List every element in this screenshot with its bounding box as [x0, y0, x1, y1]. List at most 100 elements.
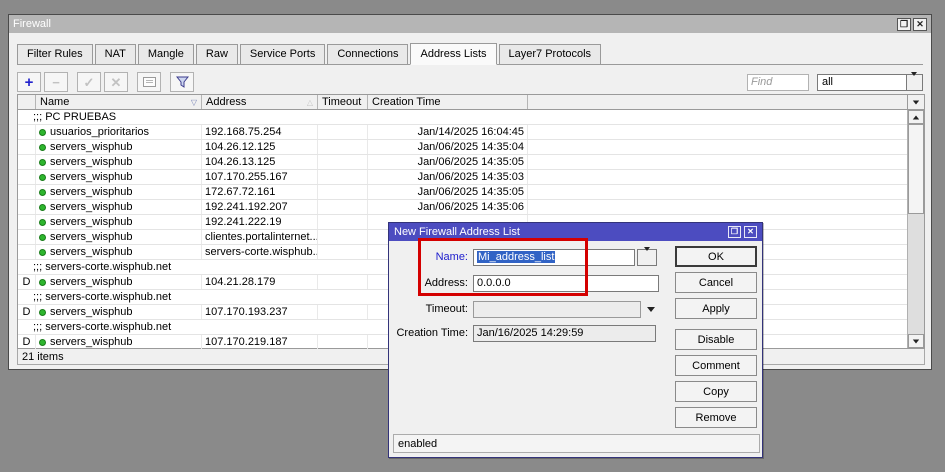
- table-row[interactable]: servers_wisphub192.241.192.207Jan/06/202…: [18, 200, 907, 215]
- timeout-cell: [318, 335, 368, 349]
- maximize-icon[interactable]: ❒: [728, 226, 741, 238]
- tab-mangle[interactable]: Mangle: [138, 44, 194, 64]
- enabled-status: enabled: [398, 438, 437, 450]
- tab-nat[interactable]: NAT: [95, 44, 136, 64]
- filter-scope-select[interactable]: all: [817, 74, 923, 91]
- enabled-dot-icon: [39, 174, 46, 181]
- tab-layer7-protocols[interactable]: Layer7 Protocols: [499, 44, 602, 64]
- column-flags[interactable]: [18, 95, 36, 109]
- tab-raw[interactable]: Raw: [196, 44, 238, 64]
- name-cell: servers_wisphub: [36, 185, 202, 199]
- window-title: Firewall: [13, 18, 895, 30]
- filter-scope-value: all: [818, 76, 906, 88]
- flag-cell: [18, 200, 36, 214]
- timeout-input[interactable]: [473, 301, 641, 318]
- address-cell: servers-corte.wisphub....: [202, 245, 318, 259]
- creation-time-value: Jan/16/2025 14:29:59: [473, 325, 656, 342]
- table-row[interactable]: usuarios_prioritarios192.168.75.254Jan/1…: [18, 125, 907, 140]
- tab-filter-rules[interactable]: Filter Rules: [17, 44, 93, 64]
- comment-button[interactable]: Comment: [675, 355, 757, 376]
- timeout-cell: [318, 200, 368, 214]
- comment-icon: [143, 77, 156, 87]
- copy-button[interactable]: Copy: [675, 381, 757, 402]
- flag-cell: [18, 155, 36, 169]
- disable-button[interactable]: ✕: [104, 72, 128, 92]
- maximize-icon[interactable]: ❒: [897, 18, 911, 31]
- dialog-title: New Firewall Address List: [394, 226, 725, 238]
- arrow-up-icon: [913, 115, 919, 119]
- enabled-dot-icon: [39, 249, 46, 256]
- flag-cell: [18, 245, 36, 259]
- disable-button[interactable]: Disable: [675, 329, 757, 350]
- scroll-down-button[interactable]: [908, 334, 924, 348]
- tab-bar: Filter RulesNATMangleRawService PortsCon…: [17, 43, 923, 65]
- add-button[interactable]: +: [17, 72, 41, 92]
- name-input[interactable]: Mi_address_list: [473, 249, 635, 266]
- address-cell: 172.67.72.161: [202, 185, 318, 199]
- timeout-dropdown-icon[interactable]: [647, 307, 655, 312]
- timeout-cell: [318, 215, 368, 229]
- name-cell: servers_wisphub: [36, 230, 202, 244]
- flag-cell: [18, 170, 36, 184]
- filter-button[interactable]: [170, 72, 194, 92]
- window-titlebar[interactable]: Firewall ❒ ✕: [9, 15, 931, 33]
- item-count: 21 items: [22, 351, 64, 363]
- dialog-buttons: OK Cancel Apply Disable Comment Copy Remove: [675, 246, 757, 433]
- scrollbar-thumb[interactable]: [908, 124, 924, 214]
- table-row[interactable]: ;;; PC PRUEBAS: [18, 110, 907, 125]
- plus-icon: +: [25, 75, 34, 90]
- name-cell: servers_wisphub: [36, 140, 202, 154]
- address-input[interactable]: 0.0.0.0: [473, 275, 659, 292]
- dialog-titlebar[interactable]: New Firewall Address List ❒ ✕: [389, 223, 762, 241]
- enabled-dot-icon: [39, 129, 46, 136]
- enabled-dot-icon: [39, 159, 46, 166]
- table-row[interactable]: servers_wisphub104.26.13.125Jan/06/2025 …: [18, 155, 907, 170]
- remove-button[interactable]: −: [44, 72, 68, 92]
- column-name[interactable]: Name▽: [36, 95, 202, 109]
- column-timeout[interactable]: Timeout: [318, 95, 368, 109]
- comment-button[interactable]: [137, 72, 161, 92]
- name-cell: servers_wisphub: [36, 155, 202, 169]
- close-icon[interactable]: ✕: [744, 226, 757, 238]
- funnel-icon: [176, 76, 189, 88]
- name-cell: servers_wisphub: [36, 215, 202, 229]
- minus-icon: −: [52, 76, 60, 89]
- table-header: Name▽ Address△ Timeout Creation Time: [18, 95, 924, 110]
- find-input[interactable]: [747, 74, 809, 91]
- table-row[interactable]: servers_wisphub172.67.72.161Jan/06/2025 …: [18, 185, 907, 200]
- remove-button[interactable]: Remove: [675, 407, 757, 428]
- dropdown-button[interactable]: [906, 75, 922, 90]
- column-creation-time[interactable]: Creation Time: [368, 95, 528, 109]
- creation-time-cell: Jan/06/2025 14:35:05: [368, 155, 528, 169]
- enable-button[interactable]: ✓: [77, 72, 101, 92]
- filler-cell: [528, 155, 907, 169]
- enabled-dot-icon: [39, 234, 46, 241]
- name-cell: usuarios_prioritarios: [36, 125, 202, 139]
- address-cell: clientes.portalinternet....: [202, 230, 318, 244]
- comment-cell: ;;; PC PRUEBAS: [18, 110, 907, 124]
- tab-address-lists[interactable]: Address Lists: [410, 43, 496, 65]
- table-row[interactable]: servers_wisphub104.26.12.125Jan/06/2025 …: [18, 140, 907, 155]
- flag-cell: [18, 230, 36, 244]
- address-cell: 192.168.75.254: [202, 125, 318, 139]
- toolbar: + − ✓ ✕ all: [17, 71, 923, 93]
- tab-connections[interactable]: Connections: [327, 44, 408, 64]
- timeout-cell: [318, 230, 368, 244]
- timeout-cell: [318, 245, 368, 259]
- column-options-button[interactable]: [907, 95, 924, 110]
- name-history-button[interactable]: [637, 249, 657, 266]
- apply-button[interactable]: Apply: [675, 298, 757, 319]
- vertical-scrollbar[interactable]: [907, 110, 924, 348]
- enabled-dot-icon: [39, 219, 46, 226]
- tab-service-ports[interactable]: Service Ports: [240, 44, 325, 64]
- scroll-up-button[interactable]: [908, 110, 924, 124]
- cross-icon: ✕: [111, 76, 122, 89]
- cancel-button[interactable]: Cancel: [675, 272, 757, 293]
- close-icon[interactable]: ✕: [913, 18, 927, 31]
- table-row[interactable]: servers_wisphub107.170.255.167Jan/06/202…: [18, 170, 907, 185]
- filler-cell: [528, 170, 907, 184]
- ok-button[interactable]: OK: [675, 246, 757, 267]
- address-cell: 192.241.222.19: [202, 215, 318, 229]
- column-address[interactable]: Address△: [202, 95, 318, 109]
- address-cell: 107.170.219.187: [202, 335, 318, 349]
